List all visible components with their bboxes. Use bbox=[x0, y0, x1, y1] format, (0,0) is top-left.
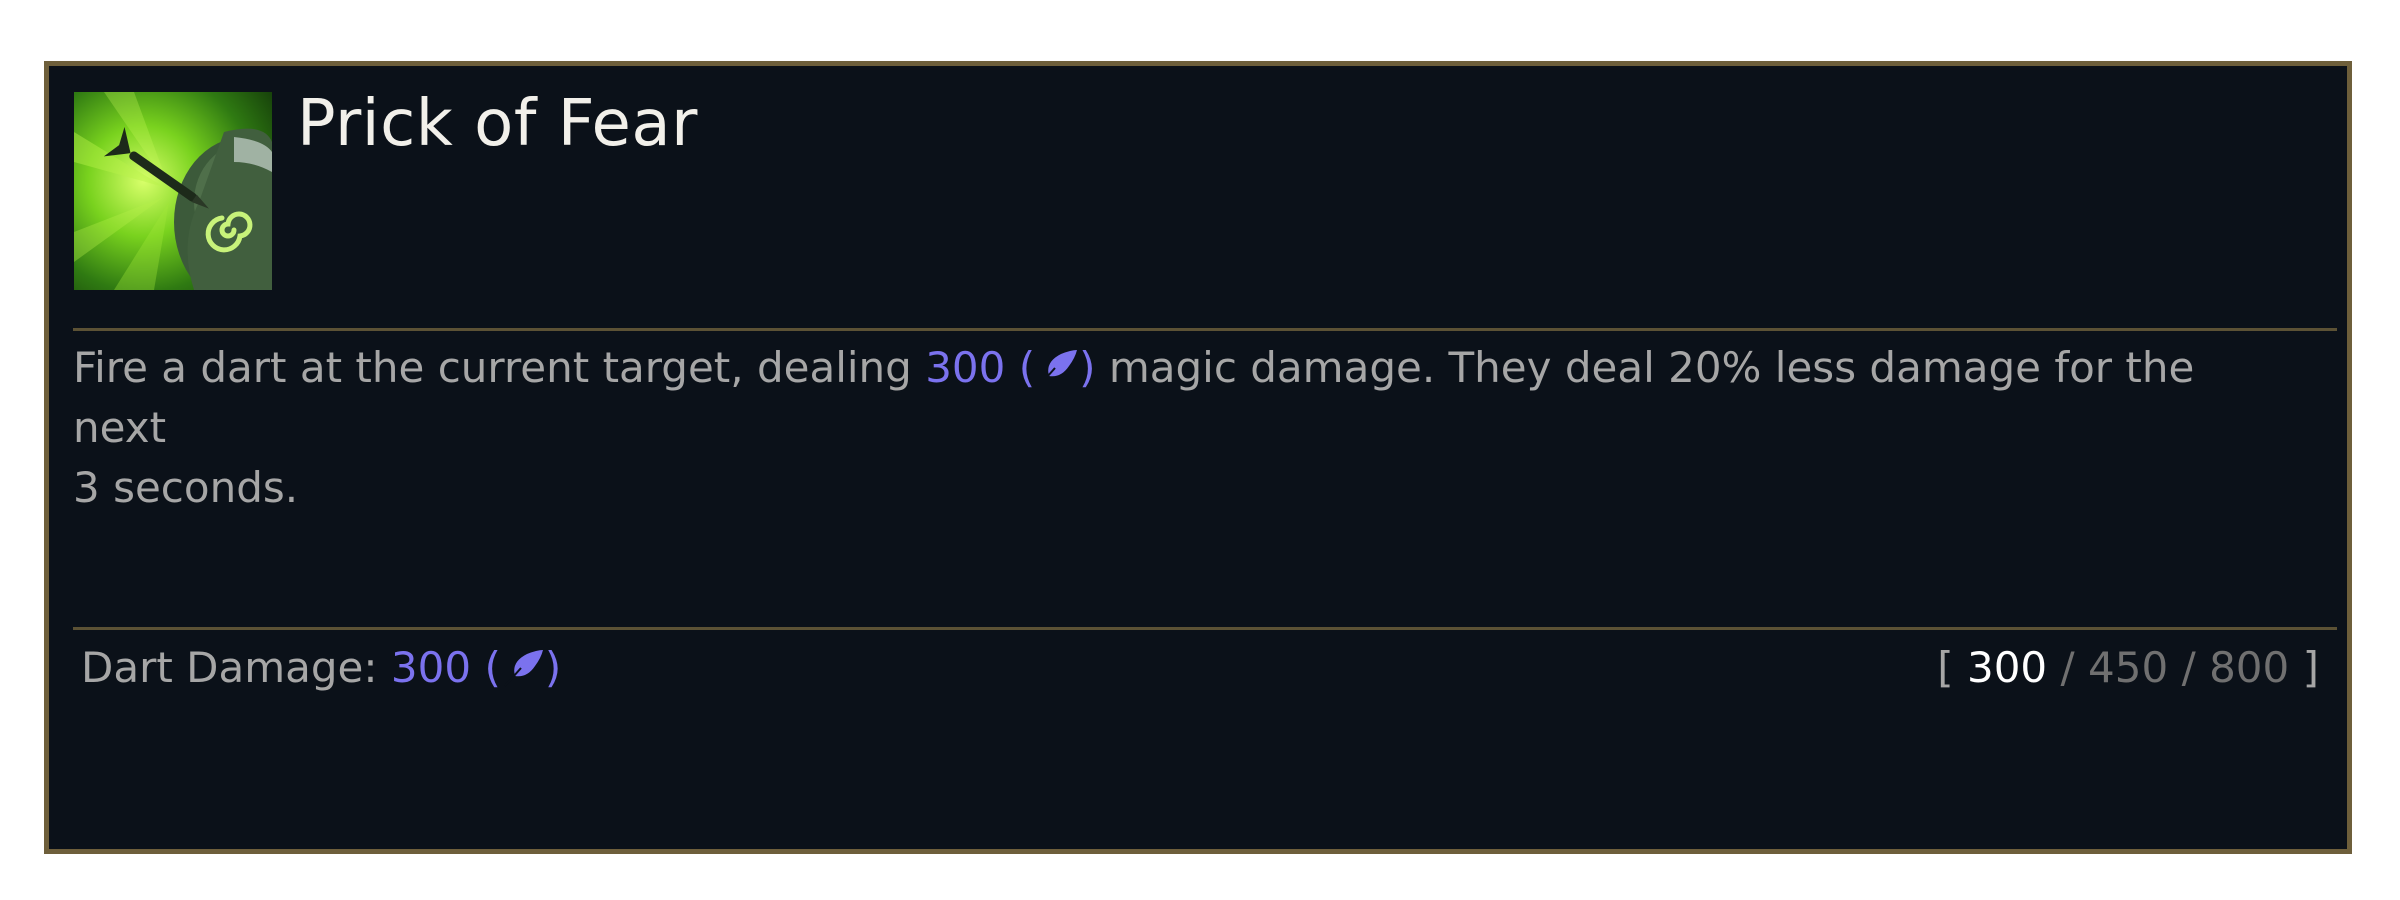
divider-bottom bbox=[73, 627, 2337, 630]
divider-top bbox=[73, 328, 2337, 331]
bracket-close: ] bbox=[2302, 643, 2319, 692]
damage-close-paren: ) bbox=[1079, 343, 1096, 392]
stat-row: Dart Damage: 300 () bbox=[81, 638, 561, 698]
description-text-start: Fire a dart at the current target, deali… bbox=[73, 343, 926, 392]
damage-value: 300 () bbox=[925, 343, 1095, 392]
damage-value-number: 300 bbox=[925, 343, 1006, 392]
rank-separator: / bbox=[2060, 643, 2075, 692]
ability-description: Fire a dart at the current target, deali… bbox=[73, 338, 2273, 518]
description-line-2: 3 seconds. bbox=[73, 463, 299, 512]
ability-title: Prick of Fear bbox=[297, 87, 698, 161]
dart-fear-ability-icon bbox=[74, 92, 272, 290]
stat-open-paren: ( bbox=[484, 643, 501, 692]
stat-close-paren: ) bbox=[544, 643, 562, 692]
rank-separator: / bbox=[2181, 643, 2196, 692]
bracket-open: [ bbox=[1937, 643, 1954, 692]
ability-power-quill-icon bbox=[504, 650, 543, 687]
damage-open-paren: ( bbox=[1018, 343, 1036, 392]
stat-ranks: [ 300 / 450 / 800 ] bbox=[1937, 638, 2319, 698]
ability-tooltip: Prick of Fear Fire a dart at the current… bbox=[44, 61, 2352, 854]
rank-2-value: 450 bbox=[2088, 643, 2169, 692]
stat-label: Dart Damage: bbox=[81, 643, 378, 692]
rank-3-value: 800 bbox=[2209, 643, 2290, 692]
stat-value: 300 () bbox=[391, 643, 561, 692]
ability-power-quill-icon bbox=[1038, 350, 1078, 387]
rank-1-value: 300 bbox=[1966, 643, 2048, 692]
stat-value-number: 300 bbox=[390, 643, 472, 692]
